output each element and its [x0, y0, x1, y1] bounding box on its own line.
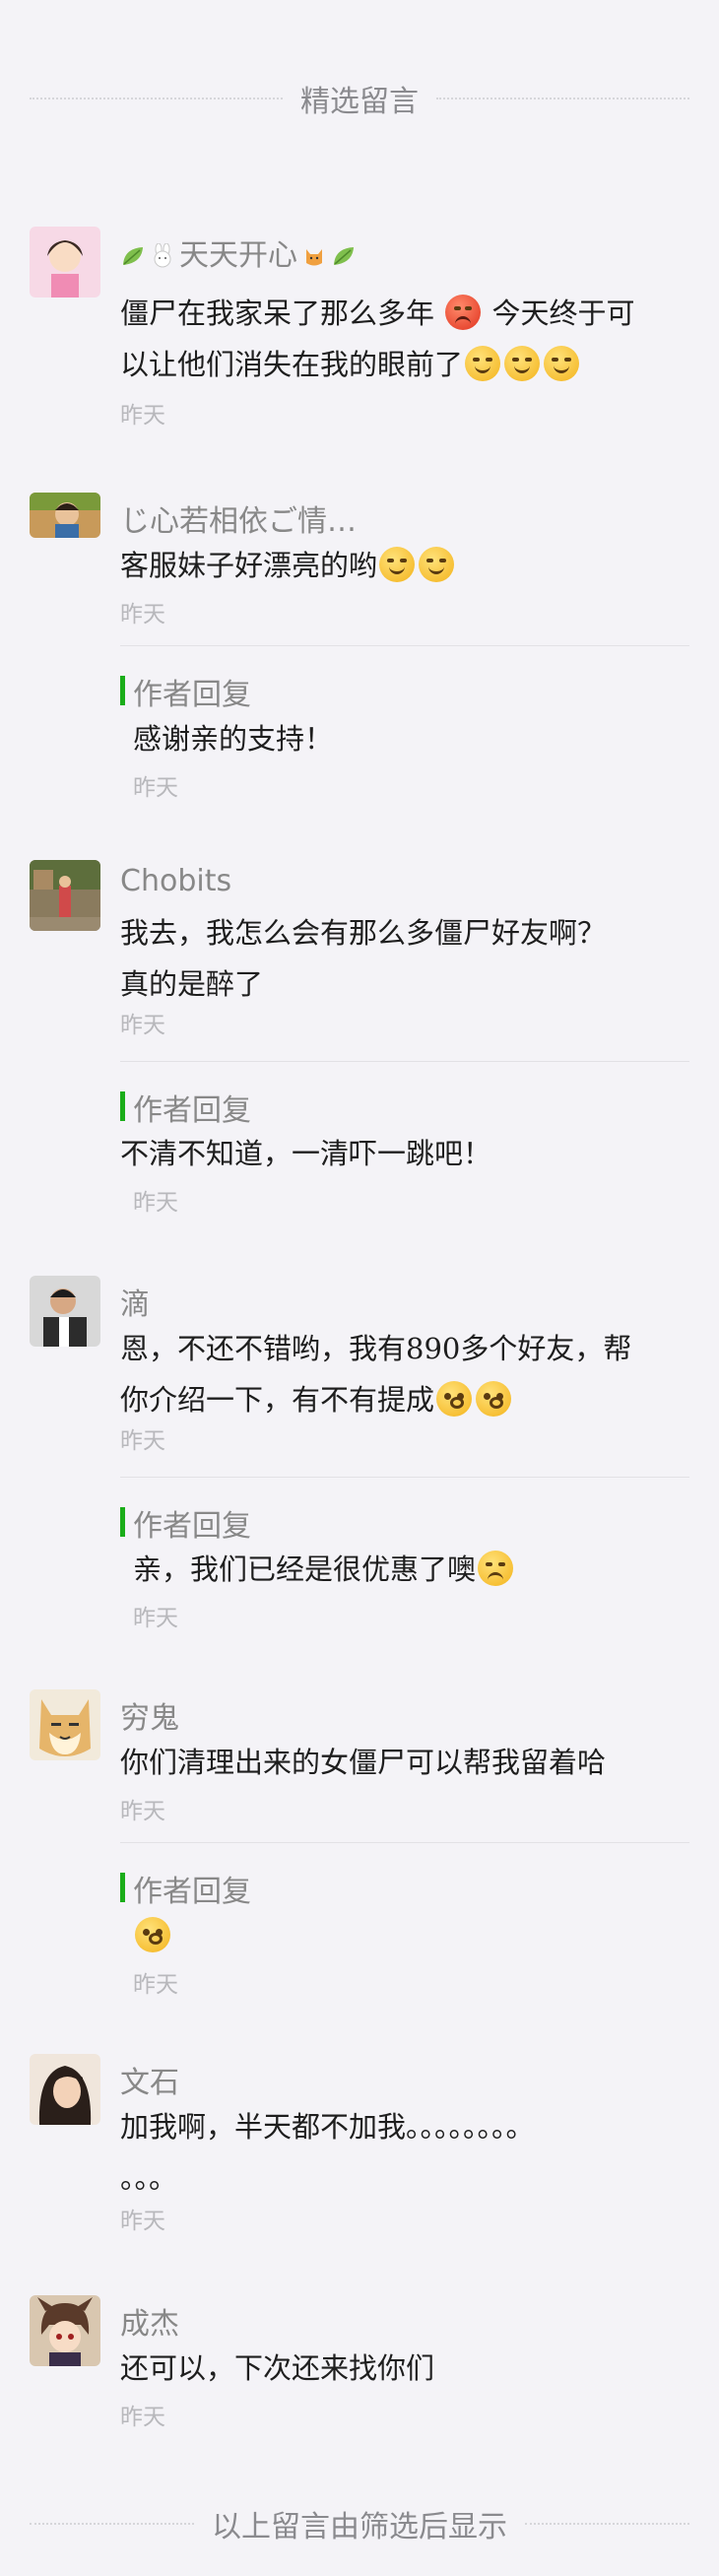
- selected-comments-header: 精选留言: [30, 77, 689, 120]
- sly-emoji-icon: [544, 346, 580, 381]
- sly-emoji-icon: [419, 547, 455, 582]
- divider-line-left: [30, 2523, 194, 2525]
- reply-separator: [120, 645, 689, 646]
- reply-time: 昨天: [133, 775, 178, 801]
- reply-separator: [120, 1477, 689, 1478]
- comment-time: 昨天: [120, 1428, 165, 1454]
- avatar[interactable]: [30, 1276, 100, 1347]
- reply-text: 不清不知道，一清吓一跳吧！: [120, 1137, 492, 1170]
- reply-text: 亲，我们已经是很优惠了噢: [133, 1544, 685, 1595]
- avatar[interactable]: [30, 227, 100, 297]
- author-reply-label: 作者回复: [133, 678, 251, 712]
- comments-page: 精选留言 天天开心 僵尸在我家呆了那么多年 今天终于可 以让他们消失在我的眼前了…: [0, 0, 719, 2576]
- comment-text-line: 僵尸在我家呆了那么多年: [120, 297, 435, 330]
- comment-text-line: 加我啊，半天都不加我。。。。。。。。: [120, 2110, 535, 2144]
- comment-nickname[interactable]: 文石: [120, 2058, 179, 2101]
- dizzy-emoji-icon: [436, 1381, 473, 1417]
- footer-text: 以上留言由筛选后显示: [212, 2510, 507, 2544]
- leaf-icon: [331, 242, 357, 268]
- filtered-comments-footer: 以上留言由筛选后显示: [30, 2502, 689, 2545]
- comment-text-line: 。。。: [120, 2161, 178, 2195]
- header-title: 精选留言: [300, 85, 419, 119]
- comment-text-line: 我去，我怎么会有那么多僵尸好友啊？: [120, 916, 607, 950]
- comment-text-line: 真的是醉了: [120, 967, 264, 1001]
- comment-text-line: 今天终于可: [491, 297, 635, 330]
- rabbit-icon: [150, 242, 175, 268]
- author-reply-label: 作者回复: [133, 1093, 251, 1128]
- divider-line-right: [525, 2523, 689, 2525]
- comment-nickname[interactable]: じ心若相依ご情…: [120, 496, 357, 540]
- dizzy-emoji-icon: [476, 1381, 512, 1417]
- comment-nickname[interactable]: 穷鬼: [120, 1693, 179, 1737]
- reply-time: 昨天: [133, 1190, 178, 1216]
- comment-nickname[interactable]: 滴: [120, 1280, 150, 1323]
- reply-text: [133, 1910, 685, 1961]
- comment-nickname[interactable]: 成杰: [120, 2299, 179, 2343]
- avatar[interactable]: [30, 493, 100, 538]
- reply-accent-bar: [120, 1507, 125, 1537]
- dizzy-emoji-icon: [135, 1917, 170, 1952]
- divider-line-left: [30, 98, 283, 99]
- reply-time: 昨天: [133, 1606, 178, 1631]
- avatar[interactable]: [30, 2295, 100, 2366]
- comment-text-line: 你介绍一下，有不有提成: [120, 1383, 435, 1417]
- comment-time: 昨天: [120, 602, 165, 627]
- comment-nickname[interactable]: 天天开心: [120, 231, 360, 274]
- reply-accent-bar: [120, 1873, 125, 1902]
- sly-emoji-icon: [504, 346, 541, 381]
- comment-text-line: 以让他们消失在我的眼前了: [120, 348, 464, 381]
- reply-text: 感谢亲的支持！: [133, 722, 334, 756]
- reply-separator: [120, 1061, 689, 1062]
- sly-emoji-icon: [465, 346, 501, 381]
- nickname-text: 天天开心: [179, 238, 297, 273]
- comment-text: 僵尸在我家呆了那么多年 今天终于可 以让他们消失在我的眼前了: [120, 288, 672, 390]
- comment-text-line: 恩，不还不错哟，我有890多个好友，帮: [120, 1332, 632, 1365]
- comment-text: 我去，我怎么会有那么多僵尸好友啊？ 真的是醉了: [120, 907, 672, 1010]
- avatar[interactable]: [30, 860, 100, 931]
- angry-emoji-icon: [445, 295, 482, 330]
- reply-separator: [120, 1842, 689, 1843]
- comment-time: 昨天: [120, 1013, 165, 1038]
- comment-text: 客服妹子好漂亮的哟: [120, 540, 672, 591]
- comment-text: 恩，不还不错哟，我有890多个好友，帮 你介绍一下，有不有提成: [120, 1323, 672, 1425]
- sad-emoji-icon: [478, 1551, 514, 1586]
- divider-line-right: [436, 98, 689, 99]
- comment-nickname[interactable]: Chobits: [120, 864, 231, 898]
- avatar[interactable]: [30, 1689, 100, 1760]
- comment-time: 昨天: [120, 2405, 165, 2430]
- author-reply-label: 作者回复: [133, 1875, 251, 1909]
- comment-time: 昨天: [120, 1799, 165, 1824]
- sly-emoji-icon: [379, 547, 416, 582]
- comment-text: 加我啊，半天都不加我。。。。。。。。 。。。: [120, 2101, 672, 2204]
- avatar[interactable]: [30, 2054, 100, 2125]
- reply-accent-bar: [120, 1091, 125, 1121]
- comment-text: 你们清理出来的女僵尸可以帮我留着哈: [120, 1746, 607, 1779]
- author-reply-label: 作者回复: [133, 1509, 251, 1544]
- comment-text-line: 客服妹子好漂亮的哟: [120, 549, 378, 582]
- reply-text-line: 亲，我们已经是很优惠了噢: [133, 1552, 477, 1586]
- comment-time: 昨天: [120, 2209, 165, 2234]
- reply-accent-bar: [120, 676, 125, 705]
- cat-icon: [301, 242, 327, 268]
- comment-time: 昨天: [120, 403, 165, 429]
- comment-text: 还可以，下次还来找你们: [120, 2351, 435, 2385]
- leaf-icon: [120, 242, 146, 268]
- reply-time: 昨天: [133, 1972, 178, 1998]
